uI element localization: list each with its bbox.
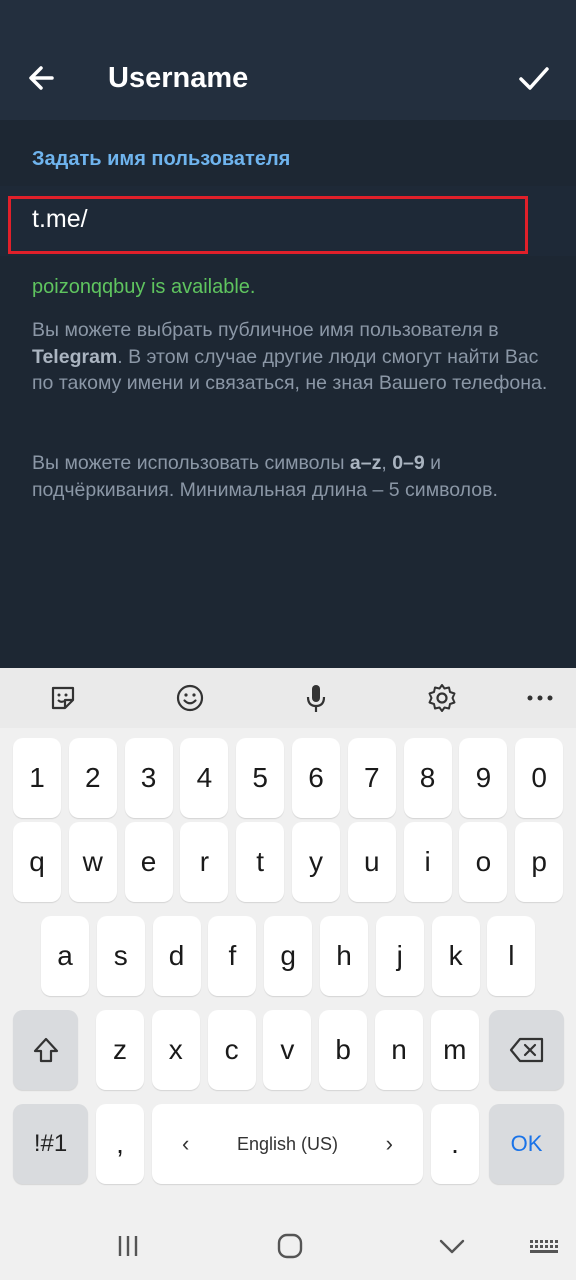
- space-key[interactable]: ‹ English (US) ›: [152, 1104, 423, 1184]
- system-nav-bar: [0, 1208, 576, 1280]
- key-9[interactable]: 9: [459, 738, 508, 818]
- key-d[interactable]: d: [152, 916, 201, 996]
- key-8[interactable]: 8: [403, 738, 452, 818]
- emoji-icon[interactable]: [174, 682, 206, 714]
- section-title: Задать имя пользователя: [32, 148, 291, 170]
- key-5[interactable]: 5: [236, 738, 285, 818]
- key-h[interactable]: h: [320, 916, 368, 996]
- key-z[interactable]: z: [96, 1010, 144, 1090]
- username-input[interactable]: t.me/: [32, 202, 88, 236]
- key-y[interactable]: y: [292, 822, 340, 902]
- recent-apps-icon[interactable]: [108, 1226, 148, 1266]
- availability-status: poizonqqbuy is available.: [32, 276, 256, 298]
- key-v[interactable]: v: [263, 1010, 312, 1090]
- settings-icon[interactable]: [426, 682, 458, 714]
- comma-key[interactable]: ,: [96, 1104, 144, 1184]
- key-x[interactable]: x: [151, 1010, 200, 1090]
- key-0[interactable]: 0: [515, 738, 564, 818]
- key-p[interactable]: p: [515, 822, 564, 902]
- sticker-icon[interactable]: [47, 682, 79, 714]
- key-c[interactable]: c: [207, 1010, 256, 1090]
- shift-icon: [33, 1037, 58, 1063]
- hide-keyboard-icon[interactable]: [432, 1226, 472, 1266]
- keyboard-switch-icon[interactable]: [524, 1226, 564, 1266]
- page-title: Username: [108, 62, 249, 94]
- key-6[interactable]: 6: [292, 738, 340, 818]
- help-text-2: Вы можете использовать символы a–z, 0–9 …: [32, 452, 498, 501]
- key-q[interactable]: q: [13, 822, 61, 902]
- key-i[interactable]: i: [403, 822, 452, 902]
- key-1[interactable]: 1: [13, 738, 61, 818]
- key-a[interactable]: a: [41, 916, 89, 996]
- help-text-1: Вы можете выбрать публичное имя пользова…: [32, 319, 548, 394]
- more-icon[interactable]: [524, 682, 556, 714]
- key-o[interactable]: o: [459, 822, 508, 902]
- backspace-key[interactable]: [489, 1010, 564, 1090]
- key-4[interactable]: 4: [180, 738, 229, 818]
- backspace-icon: [509, 1037, 543, 1063]
- ok-key[interactable]: OK: [489, 1104, 564, 1184]
- key-l[interactable]: l: [487, 916, 536, 996]
- key-r[interactable]: r: [180, 822, 229, 902]
- key-n[interactable]: n: [375, 1010, 423, 1090]
- key-w[interactable]: w: [68, 822, 117, 902]
- space-key-label: English (US): [236, 1133, 339, 1154]
- key-f[interactable]: f: [208, 916, 257, 996]
- key-g[interactable]: g: [264, 916, 313, 996]
- symbols-key[interactable]: !#1: [13, 1104, 88, 1184]
- key-2[interactable]: 2: [68, 738, 117, 818]
- back-arrow-icon[interactable]: [22, 58, 62, 98]
- key-b[interactable]: b: [319, 1010, 368, 1090]
- key-j[interactable]: j: [375, 916, 424, 996]
- key-m[interactable]: m: [430, 1010, 479, 1090]
- input-prefix: t.me/: [32, 205, 88, 233]
- cursor-left-icon[interactable]: ‹: [182, 1104, 189, 1184]
- keyboard-toolbar: [0, 668, 576, 728]
- key-e[interactable]: e: [124, 822, 173, 902]
- key-s[interactable]: s: [96, 916, 145, 996]
- shift-key[interactable]: [13, 1010, 78, 1090]
- check-icon[interactable]: [514, 58, 554, 98]
- cursor-right-icon[interactable]: ›: [386, 1104, 393, 1184]
- key-u[interactable]: u: [347, 822, 396, 902]
- period-key[interactable]: .: [431, 1104, 479, 1184]
- home-icon[interactable]: [270, 1226, 310, 1266]
- key-k[interactable]: k: [431, 916, 480, 996]
- app-header: Username: [0, 0, 576, 120]
- key-3[interactable]: 3: [124, 738, 173, 818]
- mic-icon[interactable]: [300, 682, 332, 714]
- keyboard: 1 2 3 4 5 6 7 8 9 0 q w e r t y u i o p a s d f g h j k l z x c v b n m !#1,…: [0, 668, 576, 1280]
- key-t[interactable]: t: [236, 822, 285, 902]
- key-7[interactable]: 7: [347, 738, 396, 818]
